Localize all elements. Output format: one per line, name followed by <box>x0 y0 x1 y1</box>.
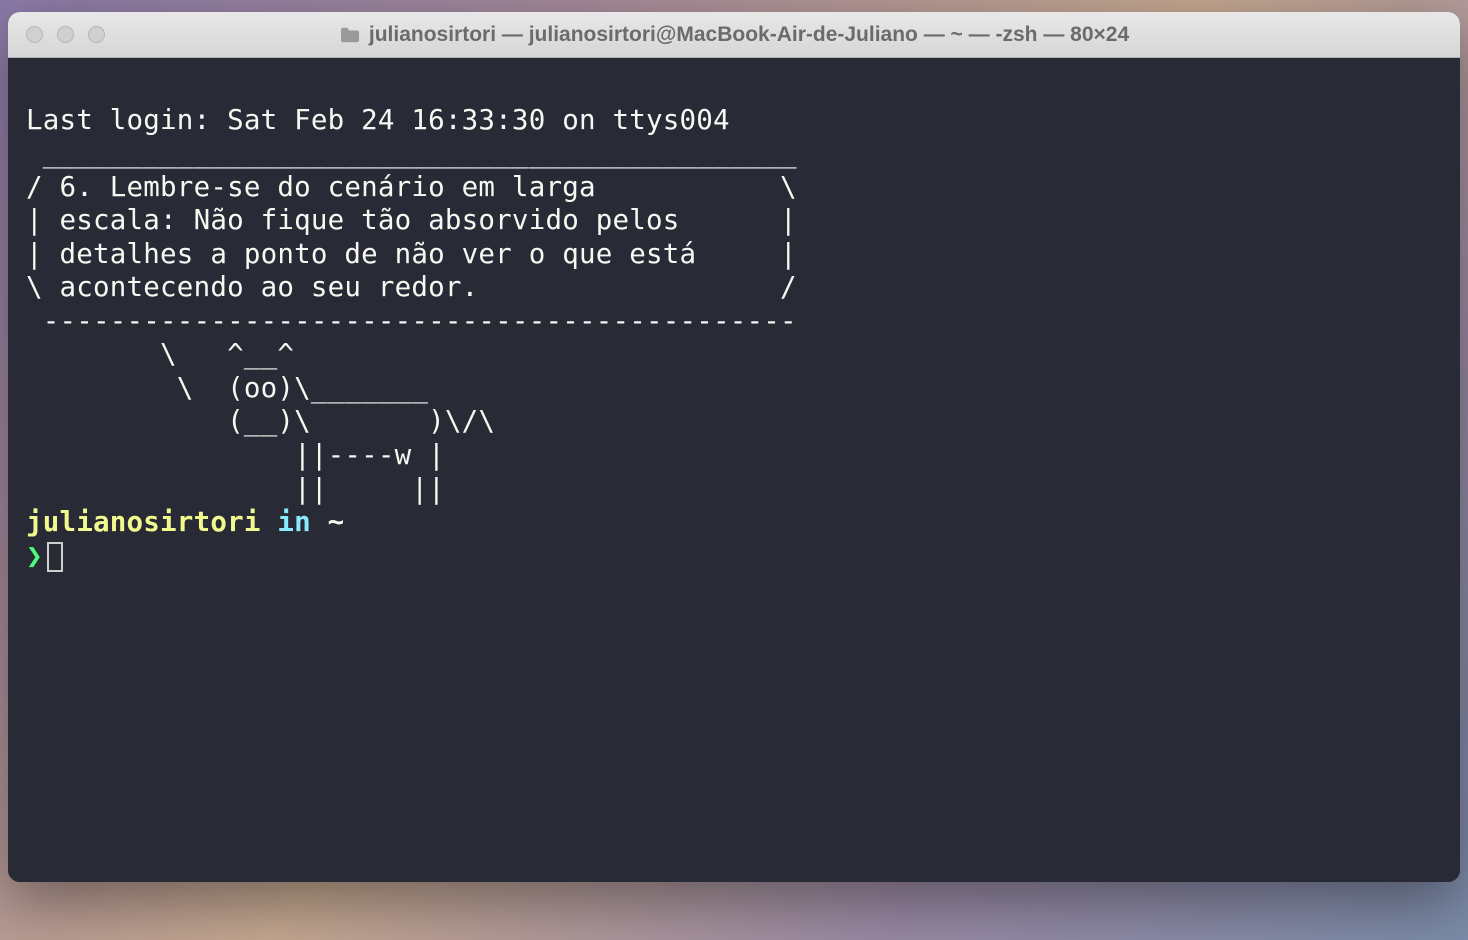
window-title-container: julianosirtori — julianosirtori@MacBook-… <box>26 23 1442 47</box>
cowsay-border-top: ________________________________________… <box>26 137 797 169</box>
cowsay-border-bottom: ----------------------------------------… <box>26 305 797 337</box>
window-title: julianosirtori — julianosirtori@MacBook-… <box>369 23 1129 47</box>
cowsay-line-2: | escala: Não fique tão absorvido pelos … <box>26 204 797 236</box>
prompt-line-1: julianosirtori in ~ <box>26 506 344 538</box>
cowsay-line-3: | detalhes a ponto de não ver o que está… <box>26 238 797 270</box>
prompt-user: julianosirtori <box>26 506 261 538</box>
cowsay-line-1: / 6. Lembre-se do cenário em larga \ <box>26 171 797 203</box>
prompt-line-2[interactable]: ❯ <box>26 540 63 572</box>
cow-art-1: \ ^__^ <box>26 338 294 370</box>
traffic-lights <box>26 26 105 43</box>
cow-art-3: (__)\ )\/\ <box>26 405 495 437</box>
cow-art-5: || || <box>26 473 445 505</box>
terminal-body[interactable]: Last login: Sat Feb 24 16:33:30 on ttys0… <box>8 58 1460 882</box>
last-login-line: Last login: Sat Feb 24 16:33:30 on ttys0… <box>26 104 730 136</box>
minimize-button[interactable] <box>57 26 74 43</box>
close-button[interactable] <box>26 26 43 43</box>
cow-art-4: ||----w | <box>26 439 445 471</box>
prompt-path: ~ <box>328 506 345 538</box>
cow-art-2: \ (oo)\_______ <box>26 372 428 404</box>
cursor <box>47 542 63 572</box>
terminal-window: julianosirtori — julianosirtori@MacBook-… <box>8 12 1460 882</box>
titlebar[interactable]: julianosirtori — julianosirtori@MacBook-… <box>8 12 1460 58</box>
cowsay-line-4: \ acontecendo ao seu redor. / <box>26 271 797 303</box>
prompt-in: in <box>261 506 328 538</box>
maximize-button[interactable] <box>88 26 105 43</box>
prompt-symbol: ❯ <box>26 540 43 572</box>
folder-icon <box>339 26 361 44</box>
